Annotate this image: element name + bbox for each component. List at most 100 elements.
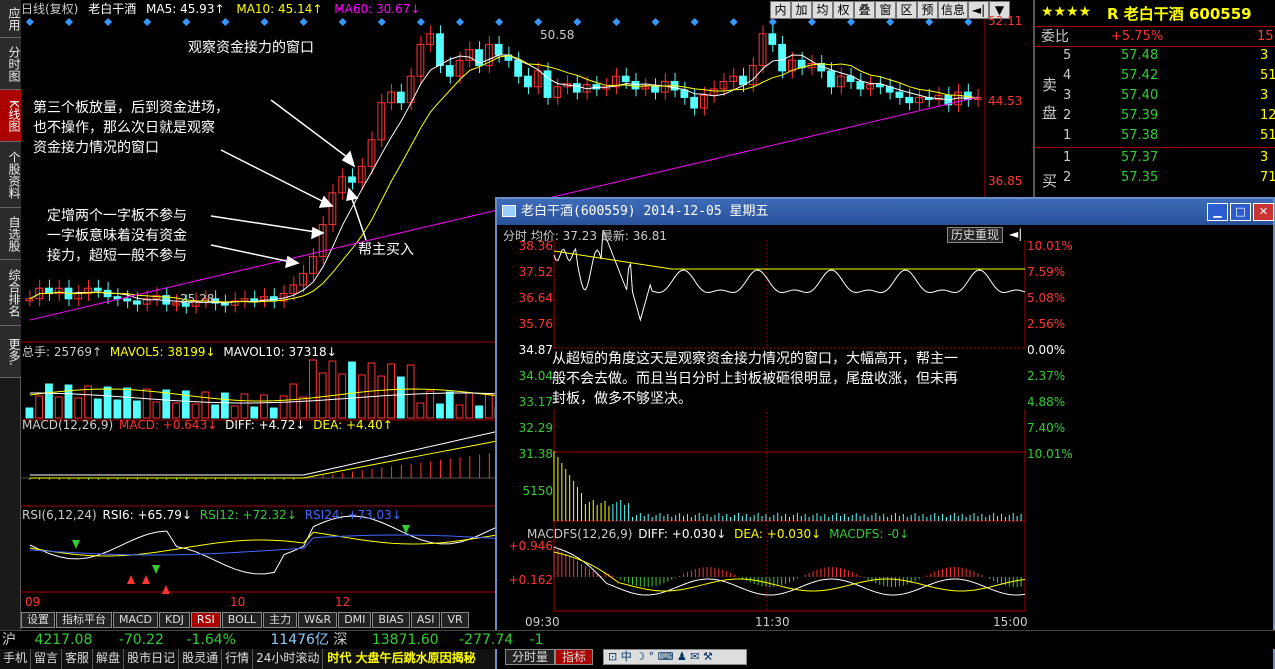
buy-volume-1: 71	[1260, 170, 1275, 185]
sidebar-item-5[interactable]: 综合排名	[0, 260, 21, 326]
sell-label-1: 卖	[1042, 76, 1058, 94]
time-0930: 09:30	[525, 615, 560, 629]
close-button[interactable]: ✕	[1253, 203, 1274, 221]
toolbar-btn-2[interactable]: 均	[812, 1, 833, 19]
sidebar-item-1[interactable]: 分时图	[0, 38, 21, 90]
tab-11[interactable]: VR	[441, 612, 469, 628]
sh-change: -70.22	[118, 632, 164, 648]
macd-dea: DEA: +4.40↑	[313, 418, 393, 432]
sell-level-1: 4	[1063, 68, 1072, 83]
annotation-placement-2: 一字板意味着没有资金	[47, 228, 187, 244]
history-replay-button[interactable]: 历史重现	[947, 227, 1004, 243]
annotation-window: 观察资金接力的窗口	[188, 40, 314, 56]
annotation-third-board-3: 资金接力情况的窗口	[33, 140, 159, 156]
bottom-nav-3[interactable]: 解盘	[93, 649, 125, 669]
price-axis-mid: 44.53	[988, 94, 1023, 108]
sz-value: 13871.60	[371, 632, 439, 648]
tab-7[interactable]: W&R	[298, 612, 338, 628]
popup-tab2-0[interactable]: 分时量	[505, 649, 556, 665]
toolbar-btn-8[interactable]: 信息	[938, 1, 968, 19]
rsi6: RSI6: +65.79↓	[102, 508, 192, 522]
bottom-nav-7[interactable]: 24小时滚动	[253, 649, 324, 669]
popup-left-axis-1: 37.52	[518, 265, 553, 279]
toolbar-btn-3[interactable]: 权	[833, 1, 854, 19]
indicator-tabs: 设置 指标平台 MACD KDJ RSI BOLL 主力 W&R DMI BIAS ASI VR	[21, 612, 470, 628]
sh-label: 沪	[2, 632, 16, 648]
macdfs-value: MACDFS: -0↓	[829, 527, 910, 541]
popup-left-axis-0: 38.36	[518, 239, 553, 253]
bottom-nav: 手机 留言 客服 解盘 股市日记 股灵通 行情 24小时滚动 时代 大盘午后跳水原因揭秘	[0, 649, 495, 669]
bottom-nav-6[interactable]: 行情	[222, 649, 254, 669]
sell-volume-3: 12	[1260, 108, 1275, 123]
history-prev-icon[interactable]: ◄|	[1009, 227, 1022, 241]
popup-right-axis-6: 4.88%	[1027, 395, 1066, 409]
buy-level-0: 1	[1063, 150, 1072, 165]
macd-header: MACD(12,26,9) MACD: +0.643↓ DIFF: +4.72↓…	[22, 418, 393, 432]
sell-level-2: 3	[1063, 88, 1072, 103]
chart-type: 日线(复权)	[21, 2, 79, 16]
annotation-buy: 帮主买入	[358, 242, 414, 258]
tab-4[interactable]: RSI	[190, 612, 221, 628]
xaxis-10: 10	[230, 595, 246, 609]
note-line-3: 封板，做多不够坚决。	[552, 391, 692, 407]
toolbar-btn-7[interactable]: 预	[917, 1, 938, 19]
macdfs-header: MACDFS(12,26,9) DIFF: +0.030↓ DEA: +0.03…	[527, 527, 909, 541]
ma60-label: MA60: 30.67↓	[334, 2, 421, 16]
intraday-note: 从超短的角度这天是观察资金接力情况的窗口，大幅高开，帮主一 般不会去做。而且当日…	[552, 349, 1028, 409]
sell-level-3: 2	[1063, 108, 1072, 123]
volume-header: 总手: 25769↑ MAVOL5: 38199↓ MAVOL10: 37318…	[22, 343, 337, 360]
tab-1[interactable]: 指标平台	[56, 612, 112, 628]
sell-price-4: 57.38	[1121, 128, 1159, 143]
chart-toolbar: 内加均权叠窗区预信息 ◄| ▼	[770, 1, 1010, 19]
popup-right-axis-2: 5.08%	[1027, 291, 1066, 305]
sidebar-item-3[interactable]: 个股资料	[0, 142, 21, 208]
toolbar-btn-9[interactable]: ◄|	[968, 1, 989, 19]
news-ticker[interactable]: 时代 大盘午后跳水原因揭秘	[323, 649, 475, 669]
bottom-nav-2[interactable]: 客服	[62, 649, 94, 669]
tab-0[interactable]: 设置	[21, 612, 55, 628]
toolbar-btn-5[interactable]: 窗	[875, 1, 896, 19]
popup-tab2-1[interactable]: 指标	[555, 649, 594, 665]
macd-title: MACD(12,26,9)	[22, 418, 114, 432]
bottom-nav-5[interactable]: 股灵通	[179, 649, 223, 669]
toolbar-btn-0[interactable]: 内	[770, 1, 791, 19]
sz-extra: -1	[529, 632, 544, 648]
tab-9[interactable]: BIAS	[372, 612, 410, 628]
tab-2[interactable]: MACD	[113, 612, 158, 628]
macdfs-dea: DEA: +0.030↓	[734, 527, 822, 541]
toolbar-btn-6[interactable]: 区	[896, 1, 917, 19]
sell-volume-1: 51	[1260, 68, 1275, 83]
tab-10[interactable]: ASI	[410, 612, 441, 628]
intraday-chart[interactable]	[497, 225, 1273, 669]
buy-level-1: 2	[1063, 170, 1072, 185]
weibi-count: 15	[1257, 29, 1274, 44]
tab-3[interactable]: KDJ	[158, 612, 190, 628]
tab-6[interactable]: 主力	[263, 612, 298, 628]
bottom-nav-0[interactable]: 手机	[0, 649, 32, 669]
sidebar-item-2[interactable]: K线图	[0, 90, 21, 142]
sidebar-item-4[interactable]: 自选股	[0, 208, 21, 260]
minimize-button[interactable]: ▁	[1207, 203, 1228, 221]
toolbar-btn-1[interactable]: 加	[791, 1, 812, 19]
annotation-third-board-2: 也不操作，那么次日就是观察	[33, 120, 215, 136]
sidebar-item-0[interactable]: 应用	[0, 0, 21, 38]
intraday-window[interactable]: 老白干酒(600559) 2014-12-05 星期五 ▁ □ ✕ 分时 均价:…	[495, 197, 1275, 669]
time-1130: 11:30	[755, 615, 790, 629]
popup-left-axis-5: 34.04	[518, 369, 553, 383]
macd-diff: DIFF: +4.72↓	[225, 418, 306, 432]
maximize-button[interactable]: □	[1230, 203, 1251, 221]
rsi-header: RSI(6,12,24) RSI6: +65.79↓ RSI12: +72.32…	[22, 508, 402, 522]
weibi-label: 委比	[1041, 29, 1069, 45]
tab-5[interactable]: BOLL	[221, 612, 263, 628]
bottom-nav-4[interactable]: 股市日记	[124, 649, 180, 669]
toolbar-btn-4[interactable]: 叠	[854, 1, 875, 19]
window-titlebar[interactable]: 老白干酒(600559) 2014-12-05 星期五	[497, 199, 1273, 225]
sidebar-item-6[interactable]: 更多.	[0, 326, 21, 378]
bottom-nav-1[interactable]: 留言	[31, 649, 63, 669]
high-price-label: 50.58	[540, 28, 575, 42]
tab-8[interactable]: DMI	[338, 612, 372, 628]
buy-price-1: 57.35	[1121, 170, 1159, 185]
quote-title: R 老白干酒 600559	[1107, 5, 1252, 23]
rsi24: RSI24: +73.03↓	[304, 508, 402, 522]
ime-toolbar[interactable]: ⊡ 中 ☽ ° ⌨ ♟ ✉ ⚒	[603, 649, 747, 665]
